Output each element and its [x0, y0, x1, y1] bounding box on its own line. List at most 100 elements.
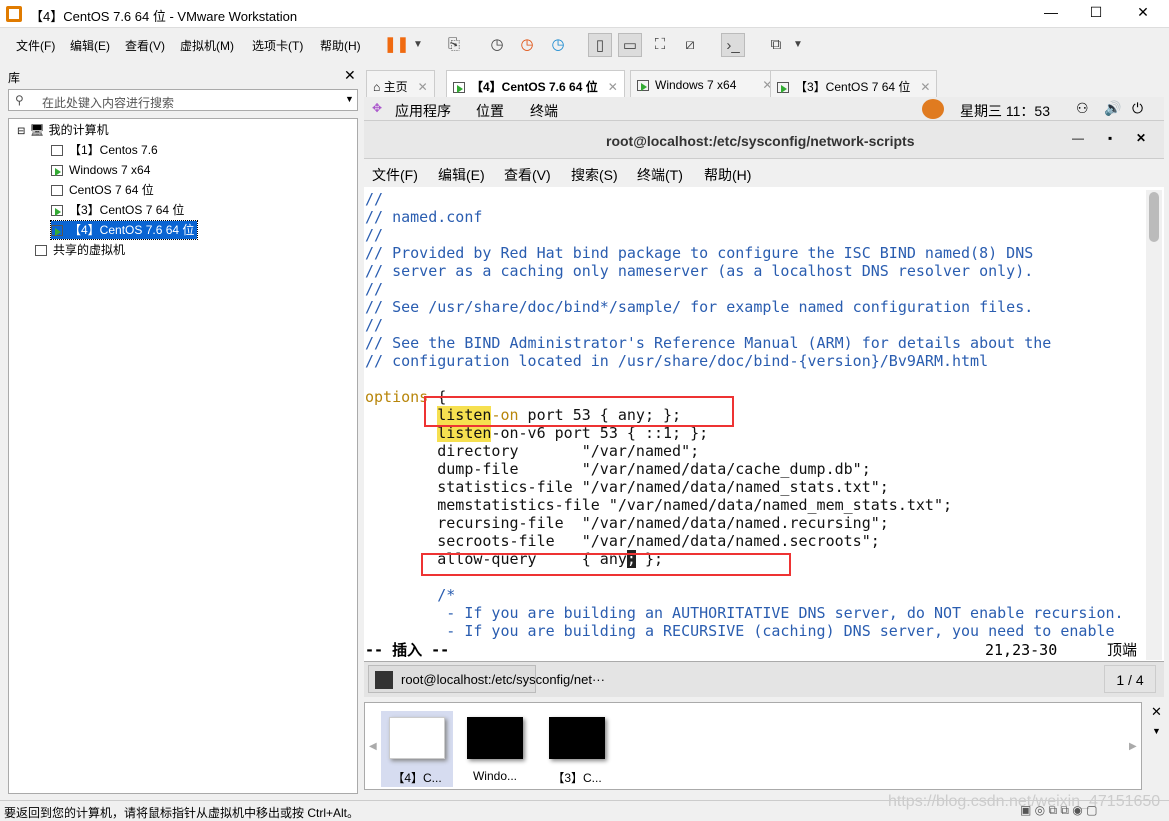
thumbnail-bar-icon[interactable]: ▭: [618, 33, 642, 57]
menu-edit[interactable]: 编辑(E): [70, 37, 110, 54]
thumbnail-centos-4[interactable]: 【4】C...: [381, 711, 453, 787]
stretch-icon[interactable]: ⧉: [764, 33, 788, 57]
computer-icon: 🖥: [29, 123, 45, 137]
console-icon[interactable]: ›_: [721, 33, 745, 57]
code-token: // See /usr/share/doc/bind*/sample/ for …: [365, 298, 1034, 316]
send-ctrl-alt-del-icon[interactable]: ⎘: [442, 33, 466, 57]
snapshot-manager-icon[interactable]: ◷: [546, 33, 570, 57]
code-line: recursing-file "/var/named/data/named.re…: [365, 514, 1145, 532]
library-search-input[interactable]: ⚲ 在此处键入内容进行搜索 ▼: [8, 89, 358, 111]
terminal-menu-item[interactable]: 文件(F): [372, 165, 418, 185]
terminal-scrollbar[interactable]: [1146, 190, 1162, 660]
code-line: // See /usr/share/doc/bind*/sample/ for …: [365, 298, 1145, 316]
tab-home[interactable]: ⌂ 主页 ✕: [366, 70, 435, 98]
code-token: //: [365, 280, 384, 298]
scroll-left-icon[interactable]: ◀: [369, 741, 377, 752]
code-line: //: [365, 226, 1145, 244]
search-dropdown-icon[interactable]: ▼: [345, 94, 354, 104]
tree-vm-item[interactable]: 【1】Centos 7.6: [51, 141, 158, 159]
thumbnail-windows[interactable]: Windo...: [459, 711, 531, 787]
close-button[interactable]: ✕: [1130, 4, 1156, 21]
clock[interactable]: 星期三 11：53: [960, 101, 1050, 121]
revert-snapshot-icon[interactable]: ◷: [515, 33, 539, 57]
terminal-titlebar: root@localhost:/etc/sysconfig/network-sc…: [364, 121, 1164, 159]
pause-dropdown-icon[interactable]: ▼: [406, 33, 430, 57]
power-icon[interactable]: ⏻: [1132, 100, 1143, 117]
code-line: directory "/var/named";: [365, 442, 1145, 460]
tab-close-icon[interactable]: ✕: [920, 80, 930, 94]
fullscreen-icon[interactable]: ⛶: [648, 33, 672, 57]
thumbnail-bar-close-icon[interactable]: ✕: [1151, 704, 1162, 720]
code-token: - If you are building a RECURSIVE (cachi…: [365, 622, 1115, 640]
terminal-minimize-button[interactable]: —: [1072, 131, 1084, 145]
library-title: 库: [8, 71, 21, 85]
terminal-menu-item[interactable]: 搜索(S): [571, 165, 618, 185]
applications-icon: ✥: [372, 101, 383, 115]
window-list: root@localhost:/etc/sysconfig/net··· 1 /…: [364, 661, 1164, 697]
library-close-icon[interactable]: ✕: [344, 67, 356, 84]
network-icon[interactable]: ⚇: [1076, 100, 1089, 117]
code-line: memstatistics-file "/var/named/data/name…: [365, 496, 1145, 514]
menu-file[interactable]: 文件(F): [16, 37, 55, 54]
code-token: // server as a caching only nameserver (…: [365, 262, 1034, 280]
status-bar: 要返回到您的计算机，请将鼠标指针从虚拟机中移出或按 Ctrl+Alt。 http…: [0, 793, 1169, 821]
code-token: directory "/var/named";: [365, 442, 700, 460]
thumbnail-centos-3[interactable]: 【3】C...: [541, 711, 613, 787]
volume-icon[interactable]: 🔊: [1104, 100, 1121, 117]
applications-menu[interactable]: 应用程序: [395, 101, 451, 121]
menu-tabs[interactable]: 选项卡(T): [252, 37, 303, 54]
tab-centos-3[interactable]: 【3】CentOS 7 64 位 ✕: [770, 70, 938, 98]
tree-vm-item[interactable]: 【3】CentOS 7 64 位: [51, 201, 184, 219]
annotation-box: [424, 396, 734, 427]
pause-icon[interactable]: ❚❚: [384, 33, 409, 57]
terminal-maximize-button[interactable]: ▪: [1108, 131, 1112, 145]
window-title: 【4】CentOS 7.6 64 位 - VMware Workstation: [30, 9, 298, 24]
places-menu[interactable]: 位置: [476, 101, 504, 121]
snapshot-icon[interactable]: ◷: [485, 33, 509, 57]
window-list-item-terminal[interactable]: root@localhost:/etc/sysconfig/net···: [368, 665, 605, 693]
tree-vm-item[interactable]: Windows 7 x64: [51, 161, 150, 179]
tree-root-my-computer[interactable]: ⊟ 🖥 我的计算机: [17, 121, 109, 139]
tab-close-icon[interactable]: ✕: [608, 80, 618, 94]
vm-icon: [453, 82, 465, 94]
show-library-icon[interactable]: ▯: [588, 33, 612, 57]
search-icon: ⚲: [15, 93, 24, 107]
terminal-menu-item[interactable]: 查看(V): [504, 165, 551, 185]
vim-statusline: -- 插入 -- 21,23-30 顶端: [365, 641, 1145, 659]
tree-shared-vms[interactable]: 共享的虚拟机: [35, 241, 125, 259]
code-line: //: [365, 316, 1145, 334]
device-status-icons[interactable]: ▣ ◎ ⧉ ⧉ ◉ ▢: [1020, 803, 1097, 818]
tab-close-icon[interactable]: ✕: [418, 80, 428, 94]
vim-mode: -- 插入 --: [365, 641, 450, 659]
menu-help[interactable]: 帮助(H): [320, 37, 361, 54]
tab-windows-7[interactable]: Windows 7 x64 ✕: [630, 70, 780, 98]
stretch-dropdown-icon[interactable]: ▼: [786, 33, 810, 57]
cursor-position: 21,23-30: [985, 641, 1058, 659]
home-icon: ⌂: [373, 80, 381, 94]
tree-vm-item[interactable]: CentOS 7 64 位: [51, 181, 154, 199]
code-token: //: [365, 226, 384, 244]
terminal-menu-item[interactable]: 编辑(E): [438, 165, 485, 185]
vm-icon: [51, 165, 63, 177]
tree-vm-item[interactable]: 【4】CentOS 7.6 64 位: [49, 220, 199, 240]
scroll-right-icon[interactable]: ▶: [1129, 741, 1137, 752]
tab-centos-4[interactable]: 【4】CentOS 7.6 64 位 ✕: [446, 70, 625, 98]
maximize-button[interactable]: ☐: [1083, 4, 1109, 21]
workspace-indicator[interactable]: 1 / 4: [1104, 665, 1156, 693]
thumbnail-bar-menu-icon[interactable]: ▼: [1152, 726, 1161, 736]
terminal-menu-item[interactable]: 帮助(H): [704, 165, 751, 185]
code-token: // configuration located in /usr/share/d…: [365, 352, 989, 370]
code-line: // named.conf: [365, 208, 1145, 226]
menu-bar: 文件(F) 编辑(E) 查看(V) 虚拟机(M) 选项卡(T) 帮助(H) ❚❚…: [0, 28, 1169, 62]
terminal-menu[interactable]: 终端: [530, 101, 558, 121]
terminal-close-button[interactable]: ✕: [1136, 131, 1146, 145]
menu-vm[interactable]: 虚拟机(M): [180, 37, 234, 54]
code-token: // named.conf: [365, 208, 483, 226]
menu-view[interactable]: 查看(V): [125, 37, 165, 54]
code-token: options: [365, 388, 429, 406]
terminal-menu-item[interactable]: 终端(T): [637, 165, 683, 185]
unity-icon[interactable]: ⧄: [678, 33, 702, 57]
vm-icon: [637, 80, 649, 92]
minimize-button[interactable]: —: [1038, 4, 1064, 20]
shared-vm-icon: [35, 245, 47, 257]
